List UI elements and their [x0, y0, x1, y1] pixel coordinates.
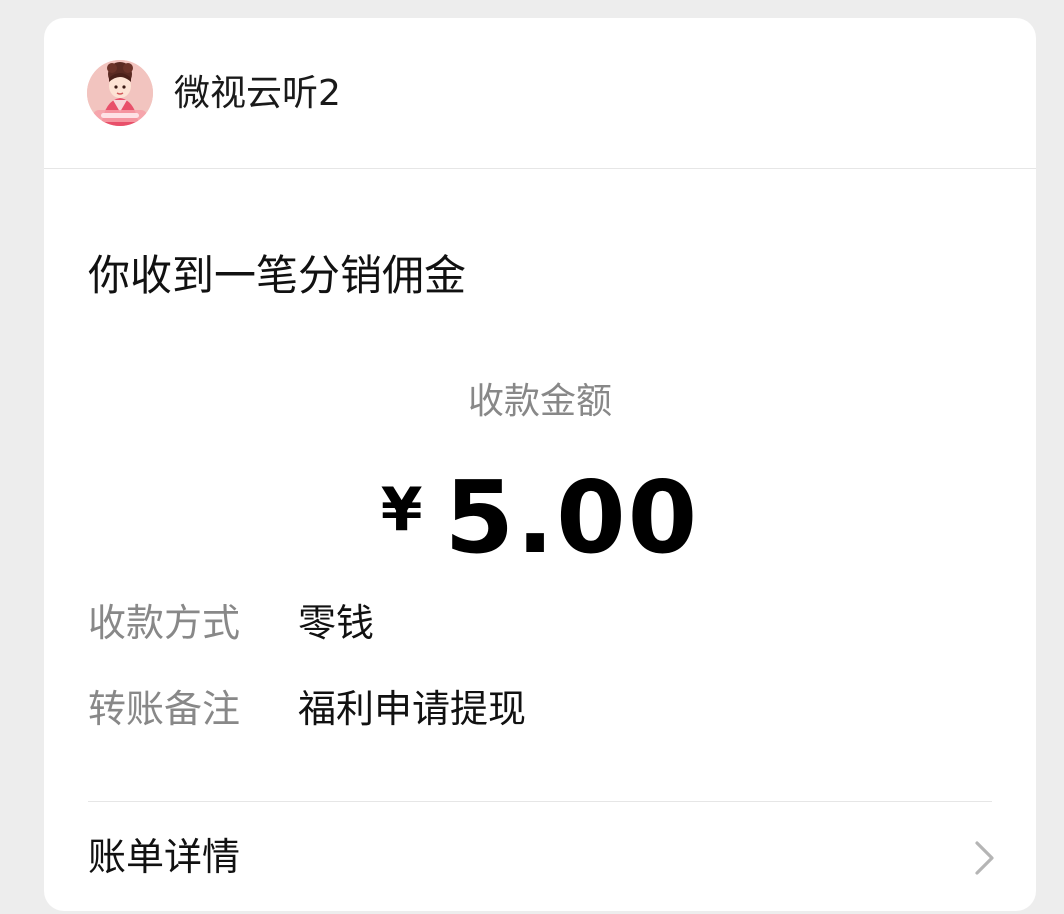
- detail-label: 转账备注: [88, 687, 241, 731]
- amount-display: ¥5.00: [44, 458, 1036, 607]
- amount-label: 收款金额: [467, 381, 612, 422]
- detail-label: 收款方式: [88, 601, 241, 645]
- bill-details-label: 账单详情: [88, 835, 241, 879]
- amount-value: 5.00: [444, 459, 700, 576]
- app-avatar[interactable]: [87, 60, 153, 126]
- notice-title: 你收到一笔分销佣金: [88, 251, 467, 300]
- payment-notification-card: 微视云听2 你收到一笔分销佣金 收款金额 ¥5.00 收款方式 零钱 转账备注 福利…: [44, 18, 1036, 911]
- currency-symbol: ¥: [380, 475, 423, 545]
- detail-value: 零钱: [298, 601, 375, 645]
- detail-row-payment-method: 收款方式 零钱: [88, 598, 374, 648]
- bill-details-link[interactable]: 账单详情: [44, 802, 1036, 911]
- detail-row-transfer-note: 转账备注 福利申请提现: [88, 684, 526, 734]
- detail-value: 福利申请提现: [298, 687, 527, 731]
- card-header: 微视云听2: [44, 18, 1036, 169]
- app-name: 微视云听2: [174, 73, 341, 114]
- avatar-illustration-icon: [87, 60, 153, 126]
- chevron-right-icon: [974, 840, 996, 880]
